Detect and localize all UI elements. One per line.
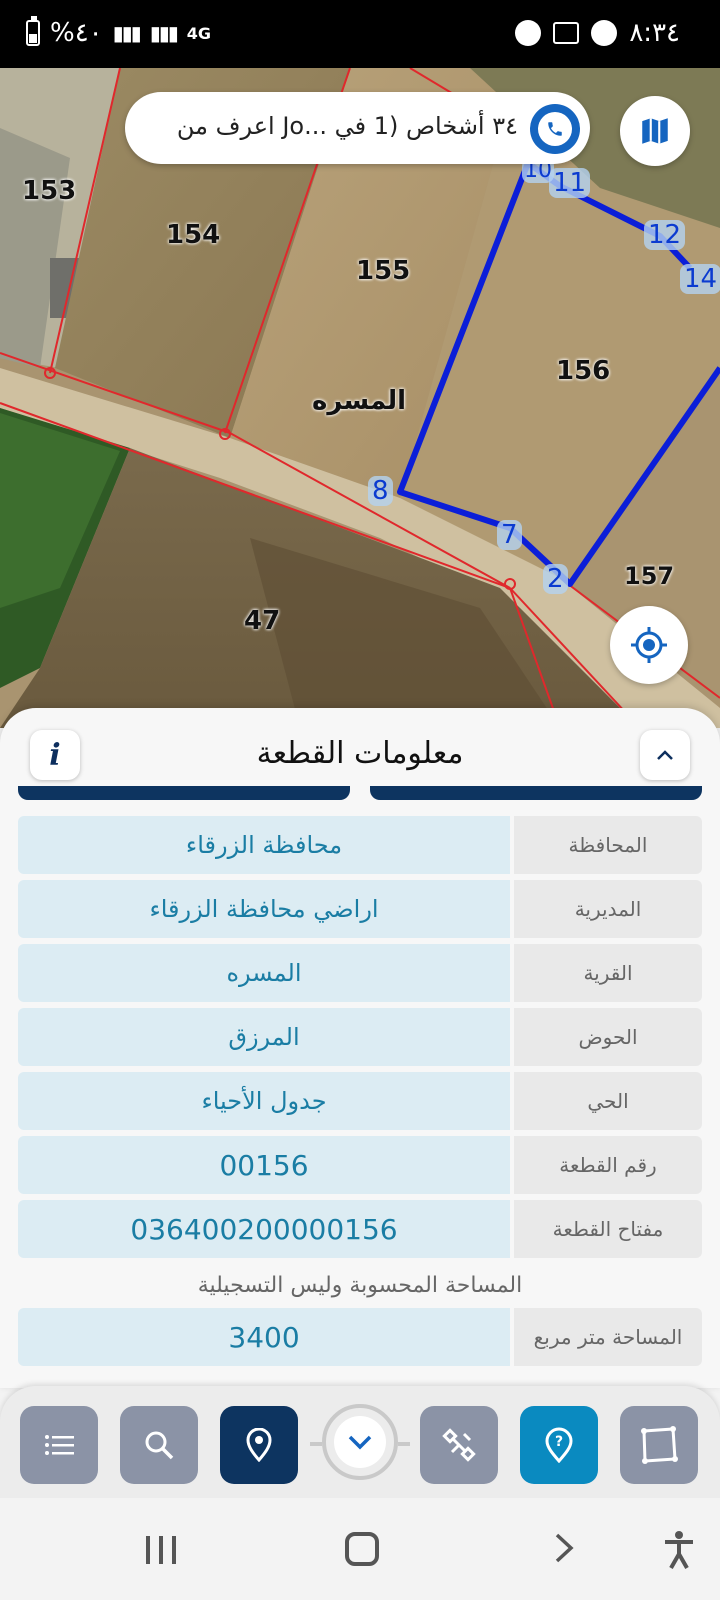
map-layers-button[interactable]	[620, 96, 690, 166]
network-type: 4G	[186, 23, 211, 43]
vertex-label-7: 7	[497, 520, 522, 550]
vertex-label-11: 11	[549, 168, 591, 198]
governorate-value: محافظة الزرقاء	[18, 816, 510, 874]
row-area: 3400 المساحة متر مربع	[18, 1308, 702, 1366]
village-value: المسره	[18, 944, 510, 1002]
status-left: %٤٠ ▮▮▮ ▮▮▮ 4G	[26, 16, 211, 48]
list-button[interactable]	[20, 1406, 98, 1484]
phone-call-icon[interactable]	[530, 104, 580, 154]
panel-header: i معلومات القطعة	[0, 708, 720, 788]
basin-label: الحوض	[514, 1008, 702, 1066]
vertex-label-8: 8	[368, 476, 393, 506]
recent-apps-icon[interactable]	[146, 1536, 176, 1564]
status-bar: %٤٠ ▮▮▮ ▮▮▮ 4G ٨:٣٤	[0, 0, 720, 68]
my-location-button[interactable]	[610, 606, 688, 684]
help-icon: ?	[545, 1427, 573, 1463]
battery-percent: %٤٠	[50, 18, 103, 48]
chevron-right-icon	[555, 1533, 574, 1563]
satellite-icon	[442, 1428, 476, 1462]
satellite-button[interactable]	[420, 1406, 498, 1484]
parcel-key-label: مفتاح القطعة	[514, 1200, 702, 1258]
parcel-label-157: 157	[624, 562, 675, 590]
parcel-key-value: 036400200000156	[18, 1200, 510, 1258]
home-icon[interactable]	[345, 1532, 379, 1566]
vertex-label-12: 12	[644, 220, 686, 250]
parcel-info-panel: i معلومات القطعة محافظة الزرقاء المحافظة…	[0, 708, 720, 1388]
status-right: ٨:٣٤	[515, 18, 680, 48]
row-parcel-number: 00156 رقم القطعة	[18, 1136, 702, 1194]
basin-value: المرزق	[18, 1008, 510, 1066]
caller-id-text: ٣٤ أشخاص (1 في ...Jo اعرف من	[176, 112, 518, 140]
neighborhood-label: الحي	[514, 1072, 702, 1130]
tab-strip-right[interactable]	[370, 786, 702, 800]
row-directorate: اراضي محافظة الزرقاء المديرية	[18, 880, 702, 938]
panel-title: معلومات القطعة	[256, 736, 464, 771]
area-value: 3400	[18, 1308, 510, 1366]
row-governorate: محافظة الزرقاء المحافظة	[18, 816, 702, 874]
row-neighborhood: جدول الأحياء الحي	[18, 1072, 702, 1130]
phone-status-icon	[591, 20, 618, 46]
help-button[interactable]: ?	[520, 1406, 598, 1484]
directorate-label: المديرية	[514, 880, 702, 938]
expand-toggle-button[interactable]	[322, 1404, 398, 1480]
row-village: المسره القرية	[18, 944, 702, 1002]
back-icon[interactable]	[553, 1532, 577, 1573]
toolbar-divider-right	[398, 1442, 410, 1446]
whatsapp-icon	[515, 20, 542, 46]
bottom-toolbar: ?	[0, 1386, 720, 1498]
draw-polygon-button[interactable]	[620, 1406, 698, 1484]
parcel-locate-button[interactable]	[220, 1406, 298, 1484]
svg-text:?: ?	[555, 1434, 563, 1450]
caller-id-banner[interactable]: ٣٤ أشخاص (1 في ...Jo اعرف من	[125, 92, 590, 164]
parcel-label-47: 47	[244, 606, 281, 636]
area-section-title: المساحة المحسوبة وليس التسجيلية	[197, 1273, 523, 1298]
crosshair-icon	[631, 627, 667, 663]
vertex-label-2: 2	[543, 564, 568, 594]
row-parcel-key: 036400200000156 مفتاح القطعة	[18, 1200, 702, 1258]
tab-strip-left[interactable]	[18, 786, 350, 800]
polygon-icon	[641, 1426, 678, 1464]
phone-icon	[548, 122, 562, 136]
signal-icon-2: ▮▮▮	[149, 21, 179, 45]
status-time: ٨:٣٤	[629, 18, 680, 48]
parcel-label-156: 156	[556, 356, 611, 386]
gallery-icon	[553, 22, 580, 44]
parcel-number-value: 00156	[18, 1136, 510, 1194]
signal-icon: ▮▮▮	[112, 21, 142, 45]
governorate-label: المحافظة	[514, 816, 702, 874]
list-icon	[45, 1435, 74, 1455]
vertex-label-14: 14	[680, 264, 720, 294]
village-label: المسره	[312, 386, 407, 416]
location-pin-icon	[246, 1428, 272, 1462]
neighborhood-value: جدول الأحياء	[18, 1072, 510, 1130]
village-label-cell: القرية	[514, 944, 702, 1002]
directorate-value: اراضي محافظة الزرقاء	[18, 880, 510, 938]
toolbar-divider-left	[310, 1442, 322, 1446]
parcel-label-155: 155	[356, 256, 411, 286]
search-icon	[145, 1431, 174, 1460]
row-basin: المرزق الحوض	[18, 1008, 702, 1066]
accessibility-icon[interactable]	[662, 1530, 696, 1574]
area-label: المساحة متر مربع	[514, 1308, 702, 1366]
parcel-label-153: 153	[22, 176, 77, 206]
chevron-down-icon	[348, 1435, 372, 1450]
collapse-button[interactable]	[640, 730, 690, 780]
search-button[interactable]	[120, 1406, 198, 1484]
chevron-up-icon	[657, 750, 673, 760]
parcel-info-table: محافظة الزرقاء المحافظة اراضي محافظة الز…	[18, 816, 702, 1372]
parcel-label-154: 154	[166, 220, 221, 250]
battery-icon	[26, 16, 40, 46]
parcel-number-label: رقم القطعة	[514, 1136, 702, 1194]
system-nav-bar	[0, 1498, 720, 1600]
map-icon	[642, 118, 668, 144]
